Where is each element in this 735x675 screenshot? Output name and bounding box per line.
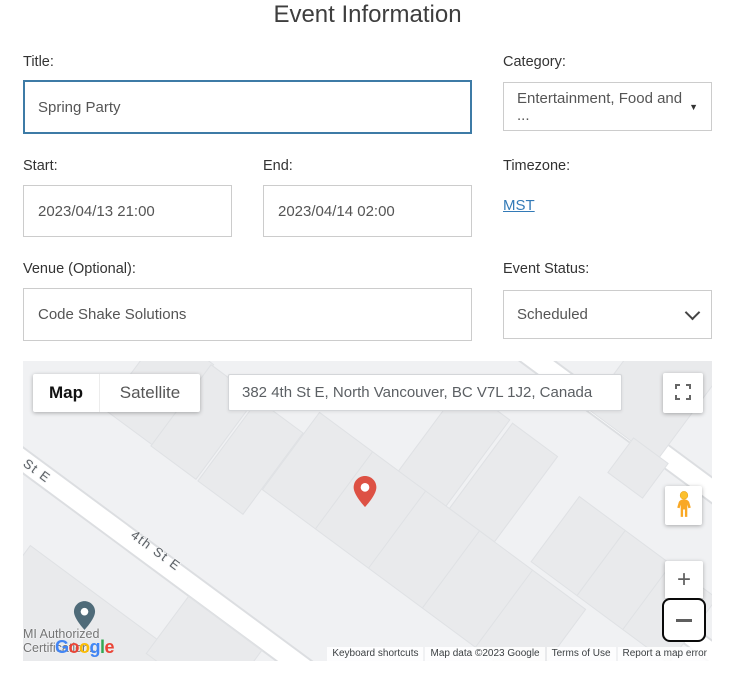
caret-down-icon: ▼ [689,101,698,112]
pegman-icon [673,489,695,522]
map-footer: Keyboard shortcuts Map data ©2023 Google… [327,647,712,661]
fullscreen-button[interactable] [663,373,703,413]
event-status-label: Event Status: [503,261,590,277]
event-status-value: Scheduled [517,306,588,323]
timezone-label: Timezone: [503,158,571,174]
satellite-tab[interactable]: Satellite [99,374,200,412]
start-input[interactable] [23,185,232,237]
fullscreen-icon [675,383,691,403]
venue-input[interactable] [23,288,472,341]
location-marker-icon [352,476,378,512]
start-label: Start: [23,158,58,174]
google-logo[interactable]: Google [55,637,115,658]
report-error-link[interactable]: Report a map error [617,647,712,661]
map-attribution: Map data ©2023 Google [425,647,545,661]
keyboard-shortcuts-button[interactable]: Keyboard shortcuts [327,647,424,661]
zoom-out-button[interactable] [662,598,706,642]
zoom-in-button[interactable]: + [665,561,703,598]
terms-link[interactable]: Terms of Use [546,647,616,661]
page-title: Event Information [273,1,462,28]
map-type-control: Map Satellite [33,374,200,412]
map-canvas[interactable]: 4th St E 4th St E MI Authorized Certific… [23,361,712,661]
end-input[interactable] [263,185,472,237]
event-status-select[interactable]: Scheduled [503,290,712,339]
poi-pin-icon[interactable] [73,601,96,635]
timezone-link[interactable]: MST [503,197,535,214]
chevron-down-icon [684,304,701,321]
title-input[interactable] [23,80,472,134]
minus-icon [676,618,692,622]
map-tab[interactable]: Map [33,374,99,412]
map-search-input[interactable] [228,374,622,411]
pegman-button[interactable] [665,486,702,525]
venue-label: Venue (Optional): [23,261,136,277]
end-label: End: [263,158,293,174]
category-value: Entertainment, Food and ... [517,89,683,124]
title-label: Title: [23,54,54,70]
category-dropdown[interactable]: Entertainment, Food and ... ▼ [503,82,712,131]
category-label: Category: [503,54,566,70]
street-label: 4th St E [23,439,54,486]
